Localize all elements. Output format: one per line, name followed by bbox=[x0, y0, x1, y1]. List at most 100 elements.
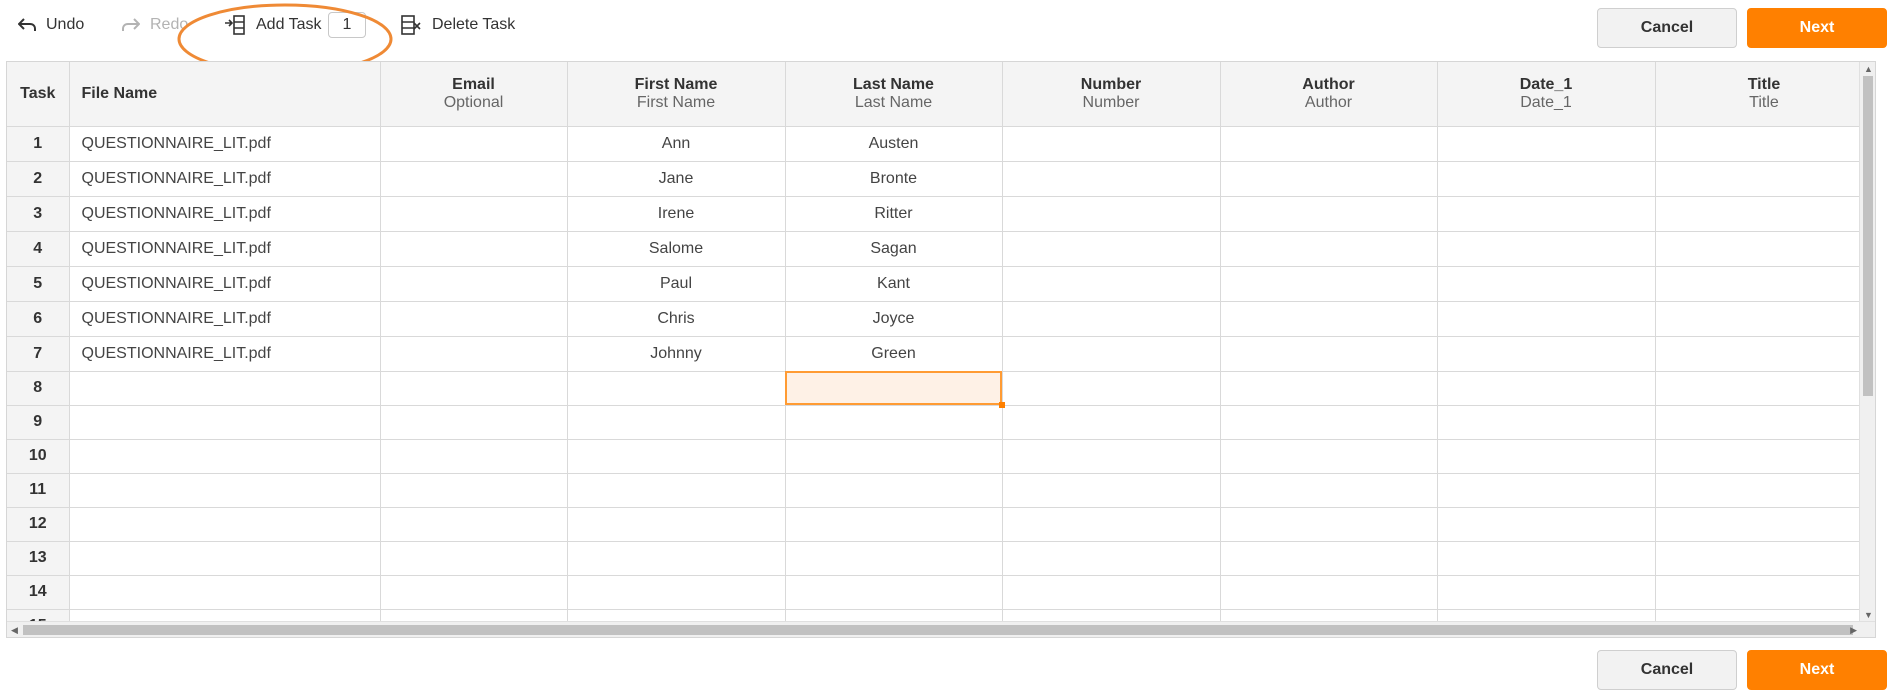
file-name-cell[interactable]: QUESTIONNAIRE_LIT.pdf bbox=[69, 126, 381, 162]
vertical-scroll-thumb[interactable] bbox=[1863, 76, 1873, 396]
column-header-file-name[interactable]: File Name bbox=[69, 62, 381, 127]
date-1-cell[interactable] bbox=[1437, 126, 1656, 162]
last-name-cell[interactable] bbox=[785, 473, 1003, 508]
first-name-cell[interactable] bbox=[567, 473, 786, 508]
title-cell[interactable] bbox=[1655, 196, 1874, 232]
number-cell[interactable] bbox=[1002, 336, 1221, 372]
first-name-cell[interactable]: Salome bbox=[567, 231, 786, 267]
first-name-cell[interactable] bbox=[567, 507, 786, 542]
title-cell[interactable] bbox=[1655, 231, 1874, 267]
title-cell[interactable] bbox=[1655, 371, 1874, 406]
title-cell[interactable] bbox=[1655, 405, 1874, 440]
file-name-cell[interactable] bbox=[69, 507, 381, 542]
first-name-cell[interactable] bbox=[567, 541, 786, 576]
last-name-cell[interactable]: Sagan bbox=[785, 231, 1003, 267]
author-cell[interactable] bbox=[1220, 439, 1438, 474]
email-cell[interactable] bbox=[380, 161, 568, 197]
author-cell[interactable] bbox=[1220, 405, 1438, 440]
date-1-cell[interactable] bbox=[1437, 196, 1656, 232]
file-name-cell[interactable] bbox=[69, 473, 381, 508]
date-1-cell[interactable] bbox=[1437, 301, 1656, 337]
title-cell[interactable] bbox=[1655, 266, 1874, 302]
next-button-top[interactable]: Next bbox=[1747, 8, 1887, 48]
file-name-cell[interactable] bbox=[69, 439, 381, 474]
email-cell[interactable] bbox=[380, 575, 568, 610]
selected-cell[interactable] bbox=[785, 371, 1005, 408]
email-cell[interactable] bbox=[380, 301, 568, 337]
first-name-cell[interactable] bbox=[567, 575, 786, 610]
title-cell[interactable] bbox=[1655, 541, 1874, 576]
file-name-cell[interactable]: QUESTIONNAIRE_LIT.pdf bbox=[69, 161, 381, 197]
first-name-cell[interactable]: Paul bbox=[567, 266, 786, 302]
cancel-button-top[interactable]: Cancel bbox=[1597, 8, 1737, 48]
last-name-cell[interactable]: Austen bbox=[785, 126, 1003, 162]
author-cell[interactable] bbox=[1220, 541, 1438, 576]
last-name-cell[interactable] bbox=[785, 405, 1003, 440]
author-cell[interactable] bbox=[1220, 336, 1438, 372]
date-1-cell[interactable] bbox=[1437, 541, 1656, 576]
fill-handle[interactable] bbox=[998, 401, 1005, 408]
file-name-cell[interactable]: QUESTIONNAIRE_LIT.pdf bbox=[69, 231, 381, 267]
last-name-cell[interactable]: Ritter bbox=[785, 196, 1003, 232]
first-name-cell[interactable] bbox=[567, 439, 786, 474]
redo-button[interactable]: Redo bbox=[122, 14, 188, 36]
date-1-cell[interactable] bbox=[1437, 336, 1656, 372]
email-cell[interactable] bbox=[380, 541, 568, 576]
file-name-cell[interactable] bbox=[69, 405, 381, 440]
first-name-cell[interactable]: Johnny bbox=[567, 336, 786, 372]
table-row[interactable]: 13 bbox=[7, 541, 1874, 576]
column-header-number[interactable]: Number Number bbox=[1002, 62, 1221, 127]
number-cell[interactable] bbox=[1002, 371, 1221, 406]
first-name-cell[interactable] bbox=[567, 405, 786, 440]
number-cell[interactable] bbox=[1002, 405, 1221, 440]
date-1-cell[interactable] bbox=[1437, 371, 1656, 406]
author-cell[interactable] bbox=[1220, 126, 1438, 162]
email-cell[interactable] bbox=[380, 439, 568, 474]
first-name-cell[interactable]: Irene bbox=[567, 196, 786, 232]
add-task-button[interactable]: Add Task bbox=[224, 14, 322, 36]
email-cell[interactable] bbox=[380, 231, 568, 267]
column-header-last-name[interactable]: Last Name Last Name bbox=[785, 62, 1003, 127]
title-cell[interactable] bbox=[1655, 161, 1874, 197]
last-name-cell[interactable] bbox=[785, 439, 1003, 474]
first-name-cell[interactable]: Ann bbox=[567, 126, 786, 162]
author-cell[interactable] bbox=[1220, 507, 1438, 542]
email-cell[interactable] bbox=[380, 126, 568, 162]
column-header-date-1[interactable]: Date_1 Date_1 bbox=[1437, 62, 1656, 127]
table-row[interactable]: 3 QUESTIONNAIRE_LIT.pdf Irene Ritter bbox=[7, 196, 1874, 232]
date-1-cell[interactable] bbox=[1437, 473, 1656, 508]
date-1-cell[interactable] bbox=[1437, 439, 1656, 474]
column-header-author[interactable]: Author Author bbox=[1220, 62, 1438, 127]
author-cell[interactable] bbox=[1220, 575, 1438, 610]
table-row[interactable]: 2 QUESTIONNAIRE_LIT.pdf Jane Bronte bbox=[7, 161, 1874, 197]
last-name-cell[interactable]: Bronte bbox=[785, 161, 1003, 197]
email-cell[interactable] bbox=[380, 507, 568, 542]
file-name-cell[interactable] bbox=[69, 541, 381, 576]
author-cell[interactable] bbox=[1220, 196, 1438, 232]
table-row[interactable]: 10 bbox=[7, 439, 1874, 474]
scroll-left-icon[interactable]: ◀ bbox=[11, 623, 18, 637]
number-cell[interactable] bbox=[1002, 231, 1221, 267]
table-row[interactable]: 1 QUESTIONNAIRE_LIT.pdf Ann Austen bbox=[7, 126, 1874, 162]
table-row[interactable]: 4 QUESTIONNAIRE_LIT.pdf Salome Sagan bbox=[7, 231, 1874, 267]
number-cell[interactable] bbox=[1002, 575, 1221, 610]
file-name-cell[interactable]: QUESTIONNAIRE_LIT.pdf bbox=[69, 196, 381, 232]
table-row[interactable]: 8 bbox=[7, 371, 1874, 408]
title-cell[interactable] bbox=[1655, 126, 1874, 162]
title-cell[interactable] bbox=[1655, 439, 1874, 474]
last-name-cell[interactable]: Green bbox=[785, 336, 1003, 372]
email-cell[interactable] bbox=[380, 371, 568, 406]
number-cell[interactable] bbox=[1002, 161, 1221, 197]
vertical-scrollbar[interactable]: ▲ ▼ bbox=[1859, 62, 1875, 622]
horizontal-scrollbar[interactable]: ◀ ▶ bbox=[7, 621, 1875, 637]
title-cell[interactable] bbox=[1655, 301, 1874, 337]
number-cell[interactable] bbox=[1002, 196, 1221, 232]
author-cell[interactable] bbox=[1220, 231, 1438, 267]
email-cell[interactable] bbox=[380, 405, 568, 440]
number-cell[interactable] bbox=[1002, 541, 1221, 576]
next-button-bottom[interactable]: Next bbox=[1747, 650, 1887, 690]
number-cell[interactable] bbox=[1002, 266, 1221, 302]
date-1-cell[interactable] bbox=[1437, 161, 1656, 197]
table-row[interactable]: 5 QUESTIONNAIRE_LIT.pdf Paul Kant bbox=[7, 266, 1874, 302]
author-cell[interactable] bbox=[1220, 161, 1438, 197]
